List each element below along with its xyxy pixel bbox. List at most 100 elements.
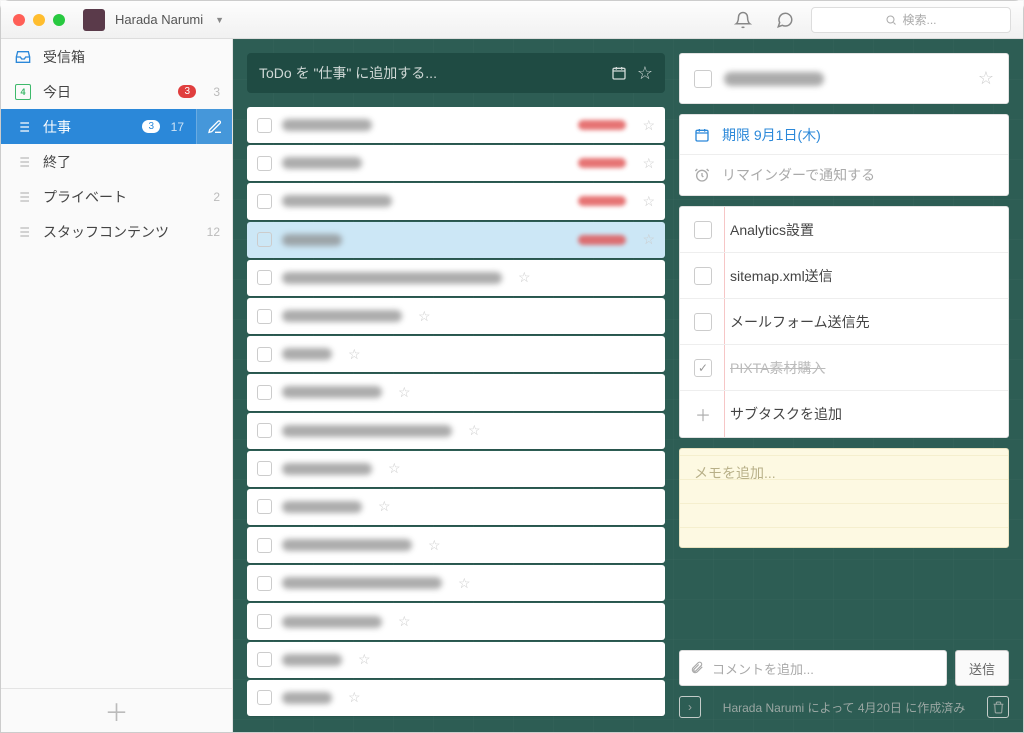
star-icon[interactable]: ☆	[642, 231, 655, 248]
calendar-icon	[694, 127, 712, 143]
sidebar-item-1[interactable]: 4今日33	[1, 74, 232, 109]
star-icon[interactable]: ☆	[398, 384, 411, 401]
task-row[interactable]: ☆	[247, 603, 665, 639]
due-date-row[interactable]: 期限 9月1日(木)	[680, 115, 1008, 155]
sidebar-item-4[interactable]: プライベート2	[1, 179, 232, 214]
edit-list-button[interactable]	[196, 109, 232, 144]
star-icon[interactable]: ☆	[378, 498, 391, 515]
task-checkbox[interactable]	[257, 194, 272, 209]
task-checkbox[interactable]	[257, 614, 272, 629]
task-row[interactable]: ☆	[247, 680, 665, 716]
star-icon[interactable]: ☆	[642, 117, 655, 134]
task-row[interactable]: ☆	[247, 260, 665, 296]
task-title-blurred	[282, 386, 382, 398]
star-icon[interactable]: ☆	[418, 308, 431, 325]
subtask-row[interactable]: PIXTA素材購入	[680, 345, 1008, 391]
star-icon[interactable]: ☆	[388, 460, 401, 477]
star-icon[interactable]: ☆	[358, 651, 371, 668]
task-title-blurred	[282, 692, 332, 704]
attach-icon[interactable]	[690, 661, 704, 675]
main-area: ToDo を "仕事" に追加する... ☆ ☆☆☆☆☆☆☆☆☆☆☆☆☆☆☆☆ …	[233, 39, 1023, 732]
star-icon[interactable]: ☆	[428, 537, 441, 554]
close-dot[interactable]	[13, 14, 25, 26]
star-icon[interactable]: ☆	[642, 155, 655, 172]
subtask-checkbox[interactable]	[694, 359, 712, 377]
star-icon[interactable]: ☆	[978, 68, 994, 89]
note-placeholder: メモを追加...	[694, 465, 776, 481]
task-row[interactable]: ☆	[247, 527, 665, 563]
sidebar-item-0[interactable]: 受信箱	[1, 39, 232, 74]
task-row[interactable]: ☆	[247, 565, 665, 601]
avatar[interactable]	[83, 9, 105, 31]
star-icon[interactable]: ☆	[468, 422, 481, 439]
collapse-icon[interactable]: ›	[679, 696, 701, 718]
bell-icon[interactable]	[733, 10, 753, 30]
task-checkbox[interactable]	[257, 538, 272, 553]
task-checkbox[interactable]	[257, 309, 272, 324]
star-icon[interactable]: ☆	[458, 575, 471, 592]
task-checkbox[interactable]	[257, 385, 272, 400]
star-icon[interactable]: ☆	[637, 63, 653, 84]
fullscreen-dot[interactable]	[53, 14, 65, 26]
subtask-label: PIXTA素材購入	[730, 358, 825, 378]
task-checkbox[interactable]	[257, 690, 272, 705]
task-row[interactable]: ☆	[247, 107, 665, 143]
note-input[interactable]: メモを追加...	[679, 448, 1009, 548]
calendar-icon: 4	[13, 84, 33, 100]
sidebar-item-label: 今日	[43, 82, 178, 102]
chevron-down-icon[interactable]: ▼	[215, 15, 224, 25]
send-button[interactable]: 送信	[955, 650, 1009, 686]
list-icon	[13, 154, 33, 170]
task-row[interactable]: ☆	[247, 222, 665, 258]
task-row[interactable]: ☆	[247, 374, 665, 410]
task-checkbox[interactable]	[257, 576, 272, 591]
add-list-button[interactable]: ＋	[1, 688, 232, 732]
trash-icon[interactable]	[987, 696, 1009, 718]
star-icon[interactable]: ☆	[518, 269, 531, 286]
subtask-checkbox[interactable]	[694, 267, 712, 285]
task-checkbox[interactable]	[257, 347, 272, 362]
star-icon[interactable]: ☆	[398, 613, 411, 630]
sidebar-item-5[interactable]: スタッフコンテンツ12	[1, 214, 232, 249]
due-date-icon[interactable]	[611, 65, 627, 81]
badge: 3	[178, 85, 196, 98]
task-checkbox[interactable]	[257, 423, 272, 438]
star-icon[interactable]: ☆	[642, 193, 655, 210]
subtask-row[interactable]: sitemap.xml送信	[680, 253, 1008, 299]
task-checkbox[interactable]	[257, 270, 272, 285]
subtask-row[interactable]: Analytics設置	[680, 207, 1008, 253]
search-input[interactable]: 検索...	[811, 7, 1011, 33]
task-row[interactable]: ☆	[247, 145, 665, 181]
task-row[interactable]: ☆	[247, 298, 665, 334]
subtask-checkbox[interactable]	[694, 313, 712, 331]
task-row[interactable]: ☆	[247, 451, 665, 487]
chat-icon[interactable]	[775, 10, 795, 30]
user-name[interactable]: Harada Narumi	[115, 12, 203, 27]
task-checkbox[interactable]	[694, 70, 712, 88]
task-title-blurred	[724, 72, 824, 86]
task-checkbox[interactable]	[257, 156, 272, 171]
task-tag-blurred	[578, 120, 626, 130]
task-row[interactable]: ☆	[247, 642, 665, 678]
task-row[interactable]: ☆	[247, 183, 665, 219]
subtask-row[interactable]: メールフォーム送信先	[680, 299, 1008, 345]
task-checkbox[interactable]	[257, 118, 272, 133]
task-checkbox[interactable]	[257, 232, 272, 247]
minimize-dot[interactable]	[33, 14, 45, 26]
sidebar: 受信箱4今日33仕事317終了プライベート2スタッフコンテンツ12 ＋	[1, 39, 233, 732]
task-checkbox[interactable]	[257, 652, 272, 667]
sidebar-item-3[interactable]: 終了	[1, 144, 232, 179]
task-row[interactable]: ☆	[247, 336, 665, 372]
task-row[interactable]: ☆	[247, 413, 665, 449]
sidebar-item-2[interactable]: 仕事317	[1, 109, 196, 144]
task-row[interactable]: ☆	[247, 489, 665, 525]
subtask-checkbox[interactable]	[694, 221, 712, 239]
add-task-bar[interactable]: ToDo を "仕事" に追加する... ☆	[247, 53, 665, 93]
task-checkbox[interactable]	[257, 461, 272, 476]
star-icon[interactable]: ☆	[348, 346, 361, 363]
star-icon[interactable]: ☆	[348, 689, 361, 706]
comment-input[interactable]: コメントを追加...	[679, 650, 947, 686]
add-subtask-row[interactable]: ＋サブタスクを追加	[680, 391, 1008, 437]
task-checkbox[interactable]	[257, 499, 272, 514]
reminder-row[interactable]: リマインダーで通知する	[680, 155, 1008, 195]
